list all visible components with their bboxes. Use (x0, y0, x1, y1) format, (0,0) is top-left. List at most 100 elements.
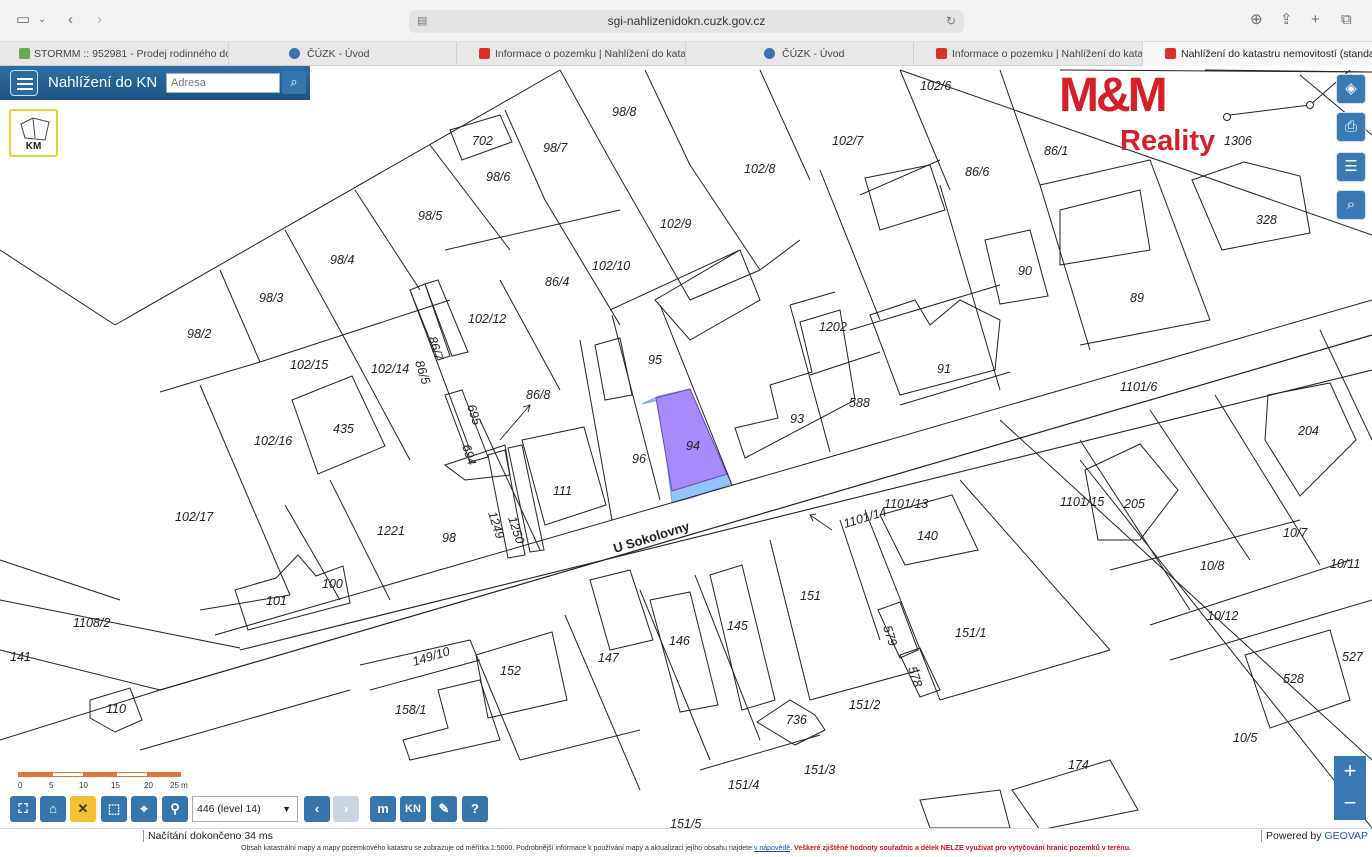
parcel-label[interactable]: 10/7 (1283, 526, 1308, 540)
tab-overview-icon[interactable]: ⧉ (1341, 10, 1352, 30)
parcel-label[interactable]: 1101/14 (842, 505, 888, 531)
previous-view-button[interactable]: ‹ (304, 796, 330, 822)
parcel-label[interactable]: 95 (648, 353, 662, 367)
parcel-label[interactable]: 578 (905, 665, 925, 689)
parcel-label[interactable]: 102/7 (832, 134, 864, 148)
parcel-label[interactable]: 1101/6 (1120, 380, 1157, 394)
full-extent-button[interactable]: ⛶ (10, 796, 36, 822)
parcel-label[interactable]: 94 (686, 439, 700, 453)
parcel-label[interactable]: 91 (937, 362, 951, 376)
pin-button[interactable]: ⚲ (162, 796, 188, 822)
parcel-label[interactable]: 1108/2 (73, 616, 110, 630)
forward-icon[interactable]: › (97, 10, 102, 30)
parcel-label[interactable]: 102/12 (468, 312, 506, 326)
parcel-label[interactable]: 102/16 (254, 434, 292, 448)
parcel-label[interactable]: 1250 (505, 515, 527, 546)
search-button[interactable]: ⌕ (282, 71, 306, 94)
reload-icon[interactable]: ↻ (946, 10, 956, 33)
tab-nahlizeni-active[interactable]: Nahlížení do katastru nemovitostí (stand… (1143, 42, 1372, 66)
address-search-input[interactable]: Adresa (166, 73, 280, 93)
chevron-down-icon[interactable]: ⌄ (38, 10, 46, 30)
parcel-label[interactable]: 1101/13 (884, 497, 928, 511)
locate-button[interactable]: ⌖ (131, 796, 157, 822)
parcel-label[interactable]: 10/11 (1330, 557, 1360, 571)
share-icon[interactable]: ⇪ (1280, 10, 1293, 30)
parcel-label[interactable]: 527 (1342, 650, 1364, 664)
layers-button[interactable]: ◈ (1336, 74, 1366, 104)
parcel-label[interactable]: 151/2 (849, 698, 880, 712)
parcel-label[interactable]: 579 (880, 624, 900, 648)
parcel-label[interactable]: 10/5 (1233, 731, 1257, 745)
parcel-label[interactable]: 98 (442, 531, 456, 545)
select-area-button[interactable]: ⬚ (101, 796, 127, 822)
draw-button[interactable]: ✎ (431, 796, 457, 822)
clear-button[interactable]: ✕ (70, 796, 96, 822)
parcel-label[interactable]: 145 (727, 619, 748, 633)
parcel-label[interactable]: 98/6 (486, 170, 510, 184)
parcel-label[interactable]: 10/12 (1207, 609, 1238, 623)
parcel-label[interactable]: 152 (500, 664, 521, 678)
tab-cuzk-uvod[interactable]: ČÚZK - Úvod (229, 42, 457, 66)
parcel-label[interactable]: 151/3 (804, 763, 835, 777)
next-view-button[interactable]: › (333, 796, 359, 822)
parcel-label[interactable]: 98/2 (187, 327, 211, 341)
parcel-label[interactable]: 102/8 (744, 162, 775, 176)
parcel-label[interactable]: 149/10 (411, 644, 452, 669)
measure-button[interactable]: m (370, 796, 396, 822)
parcel-label[interactable]: 102/10 (592, 259, 630, 273)
map-canvas[interactable]: 98/8102/6102/786/11306702 98/7102/8 86/632… (0, 66, 1372, 828)
parcel-label[interactable]: 102/9 (660, 217, 691, 231)
parcel-label[interactable]: 86/4 (545, 275, 569, 289)
parcel-label[interactable]: 98/5 (418, 209, 442, 223)
parcel-label[interactable]: 158/1 (395, 703, 426, 717)
parcel-label[interactable]: 111 (553, 484, 572, 498)
km-layer-button[interactable]: KM (9, 109, 58, 157)
parcel-label[interactable]: 204 (1297, 424, 1319, 438)
parcel-label[interactable]: 86/5 (412, 359, 433, 387)
sidebar-toggle-icon[interactable]: ▭ (16, 10, 30, 30)
back-icon[interactable]: ‹ (68, 10, 73, 30)
parcel-label[interactable]: 141 (10, 650, 31, 664)
parcel-label[interactable]: 98/4 (330, 253, 354, 267)
geovap-link[interactable]: GEOVAP (1324, 830, 1368, 842)
parcel-label[interactable]: 146 (669, 634, 690, 648)
parcel-label[interactable]: 140 (917, 529, 938, 543)
parcel-label[interactable]: 102/14 (371, 362, 409, 376)
zoom-out-button[interactable]: − (1334, 788, 1366, 820)
parcel-label[interactable]: 86/8 (526, 388, 550, 402)
parcel-label[interactable]: 151/4 (728, 778, 759, 792)
parcel-label[interactable]: 435 (333, 422, 354, 436)
parcel-label[interactable]: 528 (1283, 672, 1304, 686)
url-bar[interactable]: ▤ sgi-nahlizenidokn.cuzk.gov.cz ↻ (409, 10, 964, 33)
zoom-in-button[interactable]: + (1334, 756, 1366, 788)
parcel-label[interactable]: 1202 (819, 320, 847, 334)
parcel-label[interactable]: 694 (459, 443, 479, 467)
parcel-label[interactable]: 89 (1130, 291, 1144, 305)
parcel-label[interactable]: 1101/15 (1060, 495, 1104, 509)
kn-button[interactable]: KN (400, 796, 426, 822)
zoom-level-select[interactable]: 446 (level 14) ▼ (192, 796, 298, 822)
parcel-label[interactable]: 98/8 (612, 105, 636, 119)
parcel-label[interactable]: 100 (322, 577, 343, 591)
parcel-label[interactable]: 93 (790, 412, 804, 426)
page-menu-icon[interactable]: ▤ (417, 10, 427, 33)
parcel-label[interactable]: 102/15 (290, 358, 328, 372)
parcel-label[interactable]: 147 (598, 651, 620, 665)
parcel-label[interactable]: 151 (800, 589, 821, 603)
tab-cuzk-uvod-2[interactable]: ČÚZK - Úvod (686, 42, 914, 66)
tab-stormm[interactable]: STORMM :: 952981 - Prodej rodinného do..… (14, 42, 229, 66)
parcel-label[interactable]: 695 (464, 403, 484, 427)
tab-informace-pozemku-2[interactable]: Informace o pozemku | Nahlížení do katas… (914, 42, 1143, 66)
parcel-label[interactable]: 98/7 (543, 141, 568, 155)
search-map-button[interactable]: ⌕ (1336, 190, 1366, 220)
parcel-label[interactable]: 1306 (1224, 134, 1252, 148)
print-button[interactable]: ⎙ (1336, 112, 1366, 142)
parcel-label[interactable]: 102/17 (175, 510, 214, 524)
help-button[interactable]: ? (462, 796, 488, 822)
parcel-label[interactable]: 101 (266, 594, 287, 608)
tab-informace-pozemku[interactable]: Informace o pozemku | Nahlížení do katas… (457, 42, 686, 66)
menu-button[interactable] (10, 70, 38, 96)
parcel-label[interactable]: 110 (106, 702, 126, 716)
parcel-label[interactable]: 151/5 (670, 817, 701, 828)
legend-button[interactable]: ☰ (1336, 152, 1366, 182)
